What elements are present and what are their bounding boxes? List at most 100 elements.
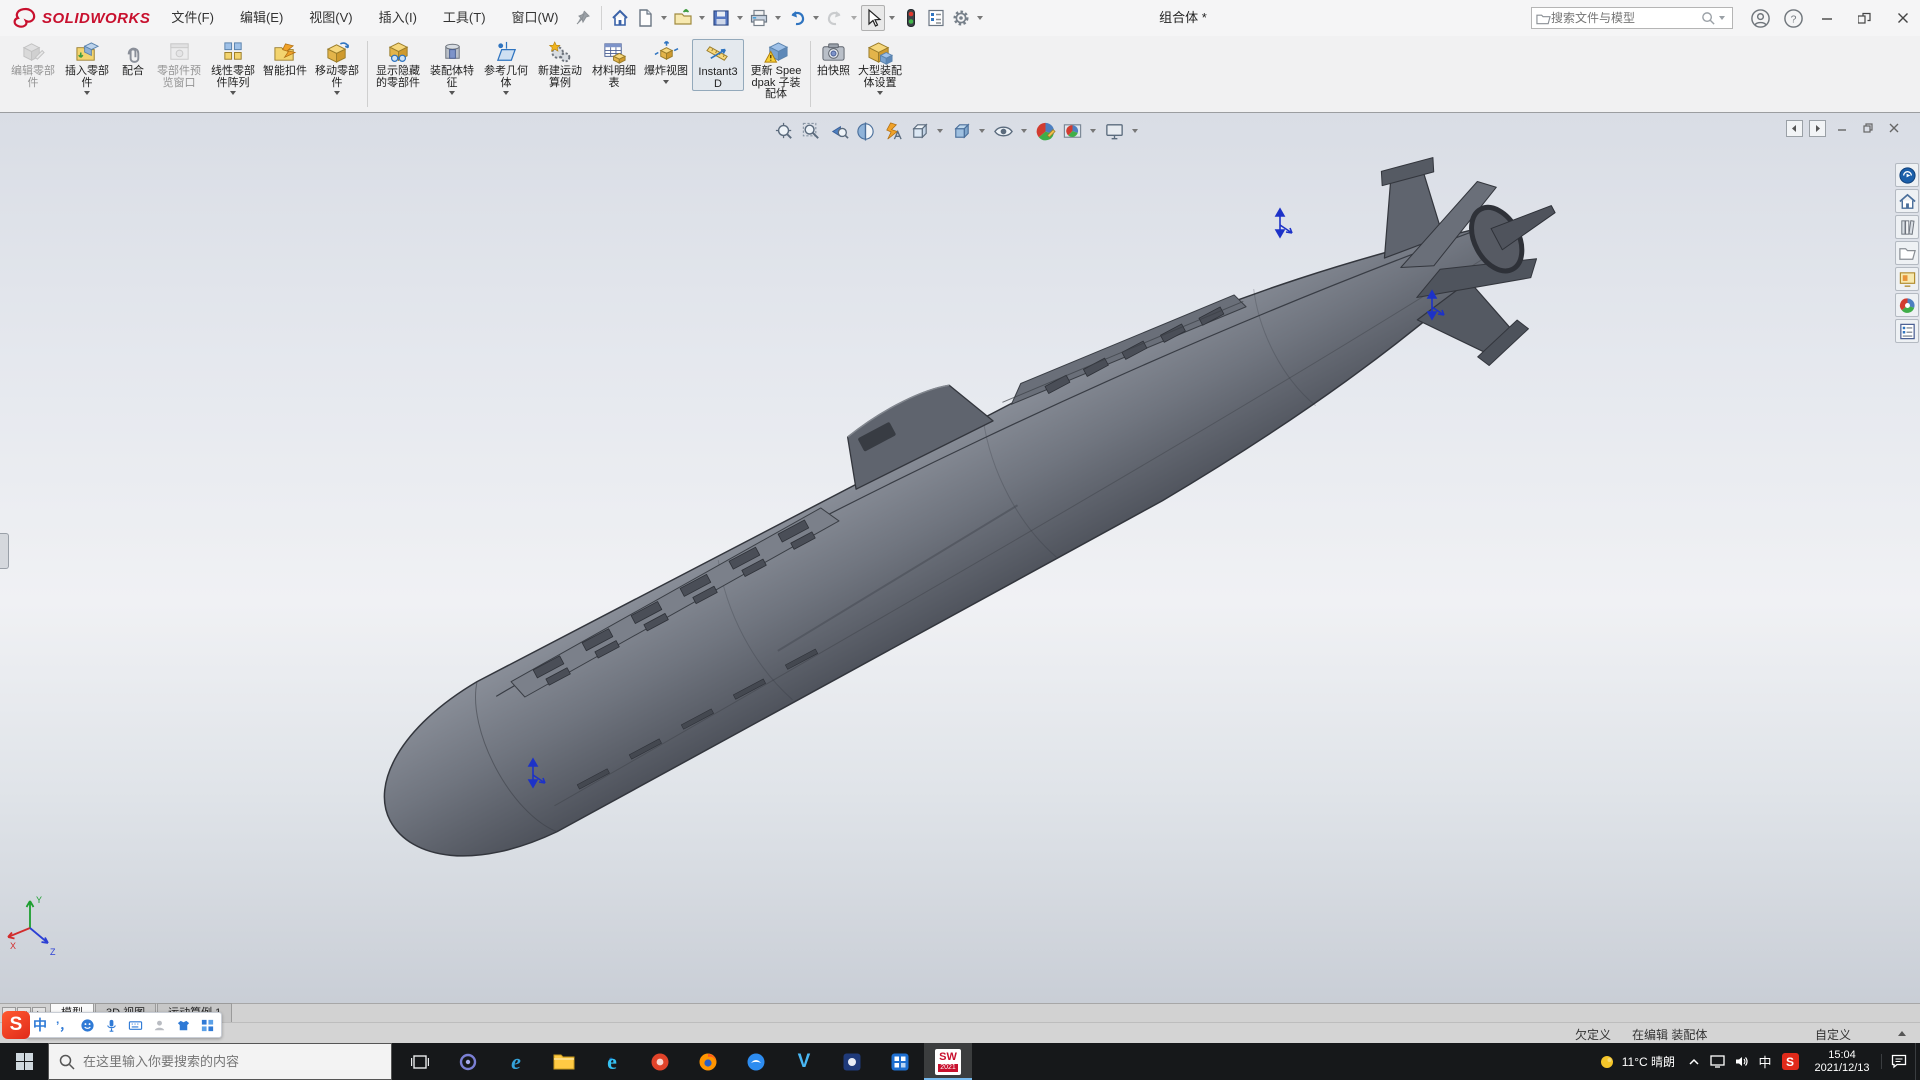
menu-edit[interactable]: 编辑(E)	[227, 0, 296, 36]
ribbon-exploded-view[interactable]: 爆炸视图	[642, 39, 690, 84]
app-icon-blue[interactable]	[732, 1043, 780, 1080]
chevron-down-icon[interactable]	[877, 91, 883, 95]
view-orientation-icon[interactable]	[907, 119, 931, 143]
chevron-down-icon[interactable]	[334, 91, 340, 95]
zoom-fit-icon[interactable]	[772, 119, 796, 143]
app-icon-grid[interactable]	[876, 1043, 924, 1080]
chevron-down-icon[interactable]	[889, 16, 896, 20]
ribbon-show-hidden-components[interactable]: 显示隐藏的零部件	[372, 39, 424, 89]
app-icon-navy[interactable]	[828, 1043, 876, 1080]
rebuild-button[interactable]	[899, 5, 923, 31]
firefox-icon[interactable]	[684, 1043, 732, 1080]
doc-close-button[interactable]	[1884, 119, 1904, 137]
search-files-input[interactable]	[1551, 11, 1701, 25]
chevron-down-icon[interactable]	[775, 16, 782, 20]
taskbar-search-input[interactable]	[83, 1054, 381, 1069]
chevron-down-icon[interactable]	[503, 91, 509, 95]
view-settings-icon[interactable]	[1102, 119, 1126, 143]
file-properties-button[interactable]	[924, 5, 948, 31]
internet-explorer-icon[interactable]: e	[492, 1043, 540, 1080]
collapse-left-pane-icon[interactable]	[1786, 119, 1803, 137]
pin-menu-icon[interactable]	[571, 5, 595, 31]
chevron-down-icon[interactable]	[813, 16, 820, 20]
action-center-icon[interactable]	[1881, 1054, 1915, 1069]
chevron-down-icon[interactable]	[1719, 16, 1725, 20]
statusbar-expand-icon[interactable]	[1898, 1031, 1906, 1036]
redo-button[interactable]	[823, 5, 847, 31]
weather-icon[interactable]	[1596, 1054, 1618, 1070]
design-library-icon[interactable]	[1895, 215, 1919, 239]
show-desktop-button[interactable]	[1915, 1043, 1920, 1080]
view-palette-icon[interactable]	[1895, 267, 1919, 291]
chevron-down-icon[interactable]	[661, 16, 668, 20]
clock[interactable]: 15:04 2021/12/13	[1807, 1049, 1877, 1075]
help-button[interactable]: ?	[1780, 5, 1806, 31]
ime-skin-icon[interactable]	[176, 1018, 191, 1033]
file-explorer-icon[interactable]	[540, 1043, 588, 1080]
ribbon-large-assembly-settings[interactable]: 大型装配体设置	[854, 39, 906, 95]
zoom-area-icon[interactable]	[799, 119, 823, 143]
ribbon-assembly-features[interactable]: 装配体特征	[426, 39, 478, 95]
chevron-down-icon[interactable]	[937, 129, 943, 133]
app-icon-v[interactable]: V	[780, 1043, 828, 1080]
chevron-down-icon[interactable]	[699, 16, 706, 20]
chevron-down-icon[interactable]	[663, 79, 669, 84]
ribbon-smart-fasteners[interactable]: 智能扣件	[261, 39, 309, 78]
expand-right-pane-icon[interactable]	[1809, 119, 1826, 137]
ribbon-mate[interactable]: 配合	[115, 39, 151, 78]
chevron-down-icon[interactable]	[449, 91, 455, 95]
chevron-down-icon[interactable]	[737, 16, 744, 20]
chevron-down-icon[interactable]	[979, 129, 985, 133]
chevron-down-icon[interactable]	[1090, 129, 1096, 133]
chevron-down-icon[interactable]	[1132, 129, 1138, 133]
options-gear-button[interactable]	[949, 5, 973, 31]
feature-tree-collapsed-tab[interactable]	[0, 533, 9, 569]
account-button[interactable]	[1747, 5, 1773, 31]
ribbon-instant3d[interactable]: Instant3D	[692, 39, 744, 91]
3dexperience-icon[interactable]	[1895, 163, 1919, 187]
search-icon[interactable]	[1701, 11, 1716, 26]
hidden-icons-chevron[interactable]	[1683, 1056, 1705, 1068]
move-handle[interactable]	[1274, 207, 1293, 239]
viewport-canvas[interactable]: Y X Z	[0, 113, 1920, 1003]
input-language-indicator[interactable]: 中	[1753, 1052, 1777, 1071]
chevron-down-icon[interactable]	[977, 16, 984, 20]
edit-appearance-icon[interactable]	[1033, 119, 1057, 143]
minimize-button[interactable]	[1814, 5, 1840, 31]
ribbon-move-component[interactable]: 移动零部件	[311, 39, 363, 95]
display-tray-icon[interactable]	[1705, 1055, 1729, 1068]
task-view-button[interactable]	[396, 1043, 444, 1080]
display-style-icon[interactable]	[949, 119, 973, 143]
sogou-logo-icon[interactable]: S	[2, 1011, 30, 1039]
custom-properties-icon[interactable]	[1895, 319, 1919, 343]
doc-restore-button[interactable]	[1858, 119, 1878, 137]
cortana-icon[interactable]	[444, 1043, 492, 1080]
view-annotations-icon[interactable]	[880, 119, 904, 143]
restore-button[interactable]	[1852, 5, 1878, 31]
ribbon-new-motion-study[interactable]: 新建运动算例	[534, 39, 586, 89]
sogou-tray-icon[interactable]: S	[1777, 1053, 1803, 1070]
chevron-down-icon[interactable]	[1021, 129, 1027, 133]
new-document-button[interactable]	[633, 5, 657, 31]
ribbon-update-speedpak[interactable]: 更新 Speedpak 子装配体	[746, 39, 806, 101]
save-button[interactable]	[709, 5, 733, 31]
menu-window[interactable]: 窗口(W)	[499, 0, 572, 36]
home-button[interactable]	[608, 5, 632, 31]
select-tool-button[interactable]	[861, 5, 886, 31]
close-button[interactable]	[1890, 5, 1916, 31]
status-custom[interactable]: 自定义	[1815, 1026, 1851, 1043]
ribbon-reference-geometry[interactable]: 参考几何体	[480, 39, 532, 95]
graphics-viewport[interactable]: Y X Z	[0, 113, 1920, 1003]
start-button[interactable]	[0, 1043, 48, 1080]
submarine-model[interactable]	[329, 113, 1604, 921]
ime-toolbox-icon[interactable]	[200, 1018, 215, 1033]
ime-keyboard-icon[interactable]	[128, 1018, 143, 1033]
ime-emoji-icon[interactable]	[80, 1018, 95, 1033]
menu-tools[interactable]: 工具(T)	[430, 0, 499, 36]
apply-scene-icon[interactable]	[1060, 119, 1084, 143]
ime-login-icon[interactable]	[152, 1018, 167, 1033]
solidworks-search[interactable]	[1531, 7, 1733, 29]
chevron-down-icon[interactable]	[851, 16, 858, 20]
menu-view[interactable]: 视图(V)	[296, 0, 365, 36]
solidworks-resources-icon[interactable]	[1895, 189, 1919, 213]
